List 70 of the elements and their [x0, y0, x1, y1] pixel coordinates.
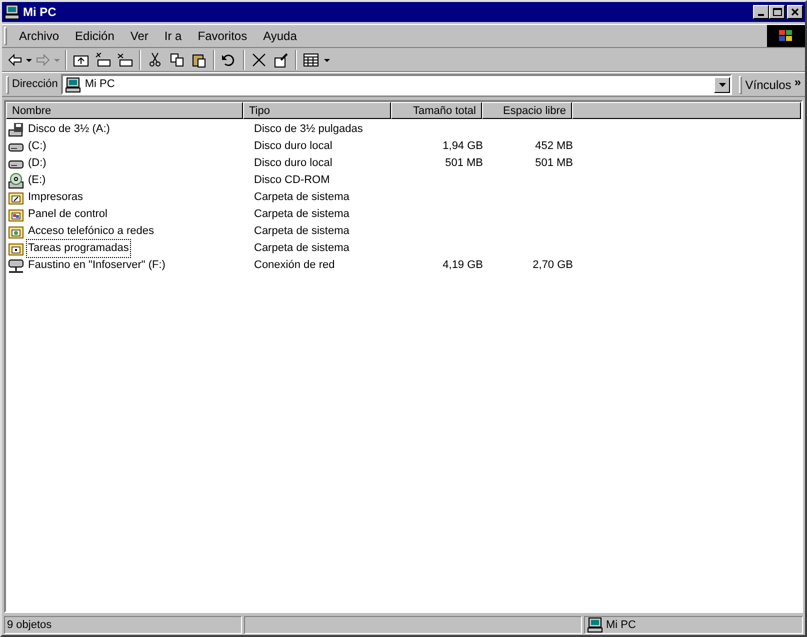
- menu-item[interactable]: Ir a: [156, 27, 190, 45]
- maximize-icon: [772, 7, 782, 17]
- free-space: 452 MB: [535, 140, 573, 152]
- item-name[interactable]: Disco de 3½ (A:): [26, 120, 112, 139]
- item-name[interactable]: (C:): [26, 137, 48, 156]
- address-label: Dirección: [12, 77, 58, 92]
- close-icon: [790, 7, 800, 17]
- item-type: Disco duro local: [254, 157, 332, 170]
- dial-up-folder-icon: [8, 224, 24, 240]
- item-type: Disco duro local: [254, 140, 332, 152]
- logo-icon: [767, 25, 805, 47]
- x-icon[interactable]: [251, 52, 267, 68]
- cd-drive-icon: [8, 172, 24, 188]
- close-button[interactable]: [787, 5, 803, 19]
- item-name[interactable]: Impresoras: [26, 188, 86, 207]
- copy-icon[interactable]: [169, 52, 185, 68]
- status-count: 9 objetos: [4, 616, 242, 634]
- menu-item[interactable]: Ver: [122, 27, 156, 45]
- column-header[interactable]: Nombre: [6, 102, 243, 119]
- minimize-icon: [758, 14, 764, 16]
- column-header[interactable]: Espacio libre: [482, 102, 572, 119]
- more-links-button[interactable]: »: [794, 72, 801, 90]
- scissors-icon[interactable]: [147, 52, 163, 68]
- computer-icon: [64, 76, 81, 92]
- item-type: Carpeta de sistema: [254, 225, 350, 238]
- item-name[interactable]: Acceso telefónico a redes: [26, 222, 156, 241]
- item-type: Disco CD-ROM: [254, 174, 330, 186]
- item-type: Carpeta de sistema: [254, 191, 350, 204]
- network-drive-icon: [8, 258, 24, 274]
- menu-item[interactable]: Edición: [67, 27, 122, 45]
- item-name[interactable]: Tareas programadas: [26, 239, 131, 258]
- drive-icon[interactable]: [117, 52, 133, 68]
- item-type: Conexión de red: [254, 259, 335, 272]
- computer-icon: [4, 4, 20, 20]
- total-size: 501 MB: [445, 157, 483, 170]
- item-name[interactable]: (D:): [26, 154, 48, 173]
- column-header[interactable]: Tipo: [243, 102, 391, 119]
- floppy-drive-icon: [8, 122, 24, 138]
- clipboard-icon[interactable]: [191, 52, 207, 68]
- computer-icon: [587, 617, 603, 633]
- item-type: Carpeta de sistema: [254, 242, 350, 254]
- item-name[interactable]: Panel de control: [26, 205, 110, 224]
- total-size: 1,94 GB: [442, 140, 483, 152]
- caret-icon: [718, 82, 726, 86]
- scheduled-tasks-folder-icon: [8, 240, 24, 256]
- back-arrow-icon[interactable]: [7, 52, 23, 68]
- properties-icon[interactable]: [273, 52, 289, 68]
- item-type: Carpeta de sistema: [254, 208, 350, 220]
- links-toolbar-label[interactable]: Vínculos: [745, 76, 792, 94]
- item-type: Disco de 3½ pulgadas: [254, 123, 363, 136]
- column-header[interactable]: Tamaño total: [391, 102, 482, 119]
- item-name[interactable]: (E:): [26, 171, 48, 190]
- item-name[interactable]: Faustino en "Infoserver" (F:): [26, 256, 168, 275]
- address-field[interactable]: Mi PC: [60, 74, 732, 95]
- window-title: Mi PC: [23, 4, 56, 21]
- drive-icon[interactable]: [95, 52, 111, 68]
- undo-arrow-icon[interactable]: [221, 52, 237, 68]
- printer-folder-icon: [8, 190, 24, 206]
- maximize-button[interactable]: [769, 5, 785, 19]
- total-size: 4,19 GB: [442, 259, 483, 272]
- menu-item[interactable]: Favoritos: [190, 27, 256, 45]
- menu-item[interactable]: Ayuda: [255, 27, 305, 45]
- control-panel-folder-icon: [8, 206, 24, 222]
- status-zone: Mi PC: [606, 618, 636, 633]
- dropdown-button[interactable]: [714, 76, 730, 92]
- menu-item[interactable]: Archivo: [11, 27, 68, 45]
- minimize-button[interactable]: [753, 5, 769, 19]
- grid-icon[interactable]: [303, 52, 319, 68]
- free-space: 501 MB: [535, 157, 573, 170]
- free-space: 2,70 GB: [532, 259, 573, 272]
